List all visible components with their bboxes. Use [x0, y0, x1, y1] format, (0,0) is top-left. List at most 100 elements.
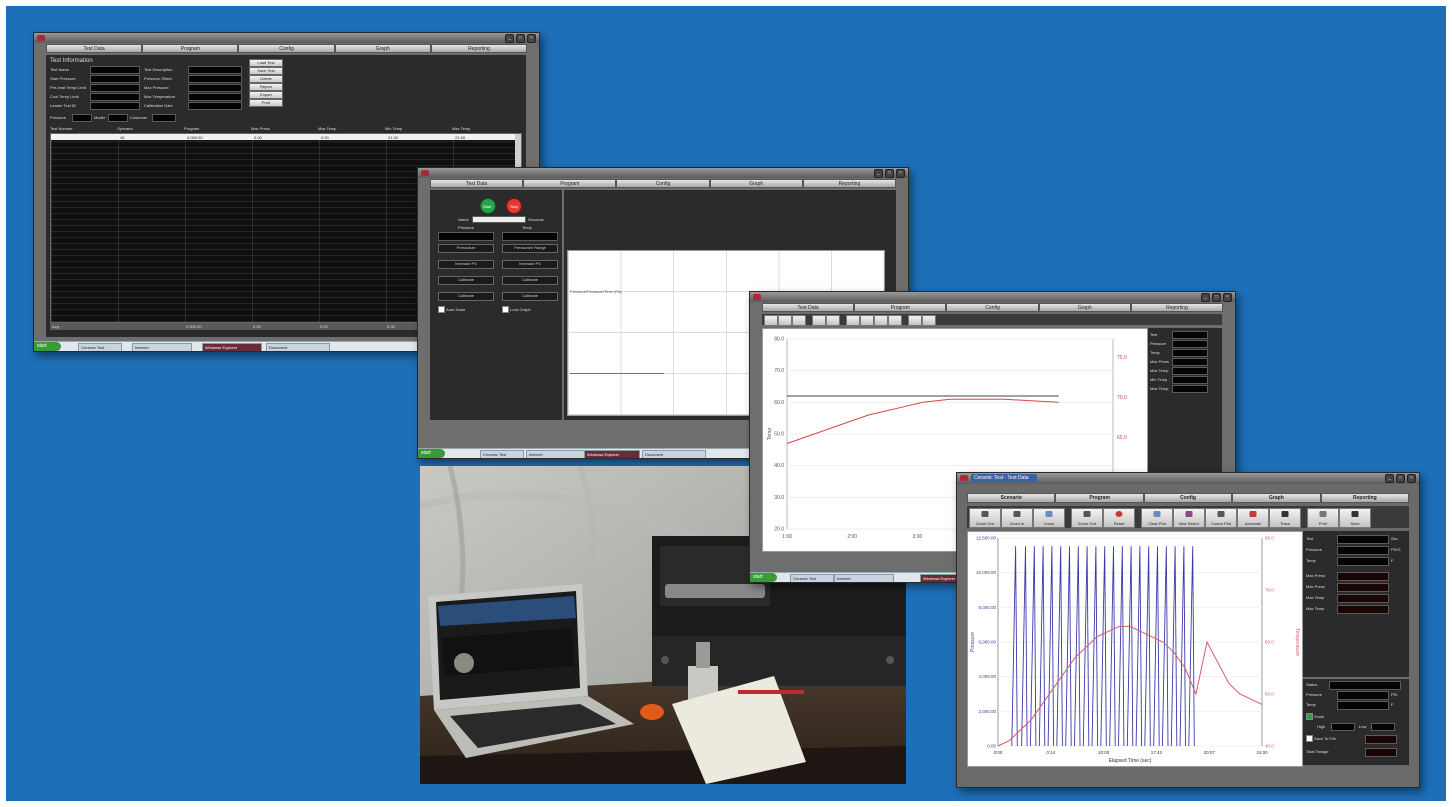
- trace-button[interactable]: Trace: [1269, 508, 1301, 528]
- print-tool[interactable]: [908, 315, 922, 326]
- zoom-in-tool[interactable]: [778, 315, 792, 326]
- right-action-button[interactable]: Increase PS: [502, 260, 558, 269]
- left-action-button[interactable]: Pressurize: [438, 244, 494, 253]
- stop-button[interactable]: Stop: [506, 198, 522, 214]
- tab-reporting[interactable]: Reporting: [1130, 303, 1224, 312]
- y-tick-label: 0.00: [987, 744, 996, 749]
- tab-graph[interactable]: Graph: [1038, 303, 1131, 312]
- print-button[interactable]: Print: [1307, 508, 1339, 528]
- tab-graph[interactable]: Graph: [709, 179, 803, 188]
- tab-config[interactable]: Config: [238, 44, 335, 53]
- tab-scenario[interactable]: Scenario: [967, 493, 1056, 503]
- auto-scale-checkbox[interactable]: [438, 306, 445, 313]
- y-right-tick-label: 70.0: [1117, 395, 1127, 401]
- table-row[interactable]: 46 0.000.00 0.00 0.00 21.00 21.50: [51, 134, 521, 140]
- annotate-tool[interactable]: [888, 315, 902, 326]
- start-button[interactable]: start: [418, 449, 445, 458]
- tab-test-data[interactable]: Test Data: [762, 303, 855, 312]
- reset-tool[interactable]: [826, 315, 840, 326]
- right-action-button[interactable]: Calibrate: [502, 276, 558, 285]
- minimize-icon[interactable]: _: [874, 169, 883, 178]
- taskbar-item[interactable]: Internet: [132, 343, 192, 351]
- cross-tool[interactable]: [792, 315, 806, 326]
- taskbar-item[interactable]: Windows Explorer: [202, 343, 262, 351]
- delete-button[interactable]: Delete: [249, 75, 283, 83]
- left-action-button[interactable]: Calibrate: [438, 276, 494, 285]
- left-action-button[interactable]: Increase PS: [438, 260, 494, 269]
- cross-button[interactable]: Cross: [1033, 508, 1065, 528]
- tab-test-data[interactable]: Test Data: [46, 44, 143, 53]
- annotate-button[interactable]: Annotate: [1237, 508, 1269, 528]
- taskbar-item[interactable]: Ceramic Test: [790, 574, 834, 582]
- pan-tool[interactable]: [812, 315, 826, 326]
- tab-reporting[interactable]: Reporting: [430, 44, 528, 53]
- export-button[interactable]: Export: [249, 91, 283, 99]
- clear-plot-button[interactable]: Clear Plot: [1141, 508, 1173, 528]
- zoom-in-button[interactable]: Zoom In: [1001, 508, 1033, 528]
- report-button[interactable]: Report: [249, 83, 283, 91]
- tab-program[interactable]: Program: [523, 179, 617, 188]
- close-icon[interactable]: ×: [527, 34, 536, 43]
- x-tick-label: 10:00: [1098, 750, 1110, 755]
- tab-graph[interactable]: Graph: [334, 44, 431, 53]
- save-button[interactable]: Save: [1339, 508, 1371, 528]
- cursor-tool[interactable]: [874, 315, 888, 326]
- tab-program[interactable]: Program: [1055, 493, 1144, 503]
- taskbar-item[interactable]: Ceramic Test: [78, 343, 122, 351]
- taskbar-item[interactable]: Ceramic Test: [480, 450, 524, 458]
- lock-graph-checkbox[interactable]: [502, 306, 509, 313]
- zoom-out-button[interactable]: Zoom Out: [969, 508, 1001, 528]
- tab-test-data[interactable]: Test Data: [430, 179, 524, 188]
- minimize-icon[interactable]: _: [505, 34, 514, 43]
- print-button[interactable]: Print: [249, 99, 283, 107]
- clear-tool[interactable]: [846, 315, 860, 326]
- filter-input[interactable]: [108, 114, 128, 122]
- name-field[interactable]: [472, 216, 526, 223]
- left-action-button[interactable]: Calibrate: [438, 292, 494, 301]
- start-button[interactable]: start: [750, 573, 777, 582]
- start-button[interactable]: Start: [480, 198, 496, 214]
- tab-config[interactable]: Config: [946, 303, 1039, 312]
- close-icon[interactable]: ×: [896, 169, 905, 178]
- filter-input[interactable]: [72, 114, 92, 122]
- x-tick-label: 24:00: [1256, 750, 1268, 755]
- maximize-icon[interactable]: □: [1396, 474, 1405, 483]
- tab-config[interactable]: Config: [616, 179, 710, 188]
- scale-checkbox[interactable]: [1306, 713, 1313, 720]
- tab-program[interactable]: Program: [854, 303, 947, 312]
- right-action-button[interactable]: Pressurize Range: [502, 244, 558, 253]
- low-input[interactable]: [1371, 723, 1395, 731]
- tab-graph[interactable]: Graph: [1232, 493, 1321, 503]
- maximize-icon[interactable]: □: [516, 34, 525, 43]
- taskbar-item[interactable]: Windows Explorer: [584, 450, 640, 458]
- save-test-button[interactable]: Save Test: [249, 67, 283, 75]
- start-button[interactable]: start: [34, 342, 61, 351]
- tab-config[interactable]: Config: [1143, 493, 1233, 503]
- max-tool[interactable]: [860, 315, 874, 326]
- load-test-button[interactable]: Load Test: [249, 59, 283, 67]
- tab-program[interactable]: Program: [142, 44, 239, 53]
- taskbar-item[interactable]: Document: [266, 343, 330, 351]
- close-icon[interactable]: ×: [1223, 293, 1232, 302]
- zoom-out-2-button[interactable]: Zoom Out: [1071, 508, 1103, 528]
- high-input[interactable]: [1331, 723, 1355, 731]
- max-select-button[interactable]: Max Select: [1173, 508, 1205, 528]
- minimize-icon[interactable]: _: [1201, 293, 1210, 302]
- reset-button[interactable]: Reset: [1103, 508, 1135, 528]
- zoom-out-tool[interactable]: [764, 315, 778, 326]
- taskbar-item[interactable]: Internet: [834, 574, 894, 582]
- save-to-file-checkbox[interactable]: [1306, 735, 1313, 742]
- close-icon[interactable]: ×: [1407, 474, 1416, 483]
- taskbar-item[interactable]: Internet: [526, 450, 586, 458]
- taskbar-item[interactable]: Document: [642, 450, 706, 458]
- maximize-icon[interactable]: □: [885, 169, 894, 178]
- right-action-button[interactable]: Calibrate: [502, 292, 558, 301]
- tab-reporting[interactable]: Reporting: [1320, 493, 1410, 503]
- pressure-temperature-chart[interactable]: 12,500.00 10,000.00 8,000.00 6,000.00 4,000.…: [967, 531, 1303, 767]
- tab-reporting[interactable]: Reporting: [802, 179, 897, 188]
- cursor-plot-button[interactable]: Cursor Plot: [1205, 508, 1237, 528]
- save-tool[interactable]: [922, 315, 936, 326]
- minimize-icon[interactable]: _: [1385, 474, 1394, 483]
- filter-input[interactable]: [152, 114, 176, 122]
- maximize-icon[interactable]: □: [1212, 293, 1221, 302]
